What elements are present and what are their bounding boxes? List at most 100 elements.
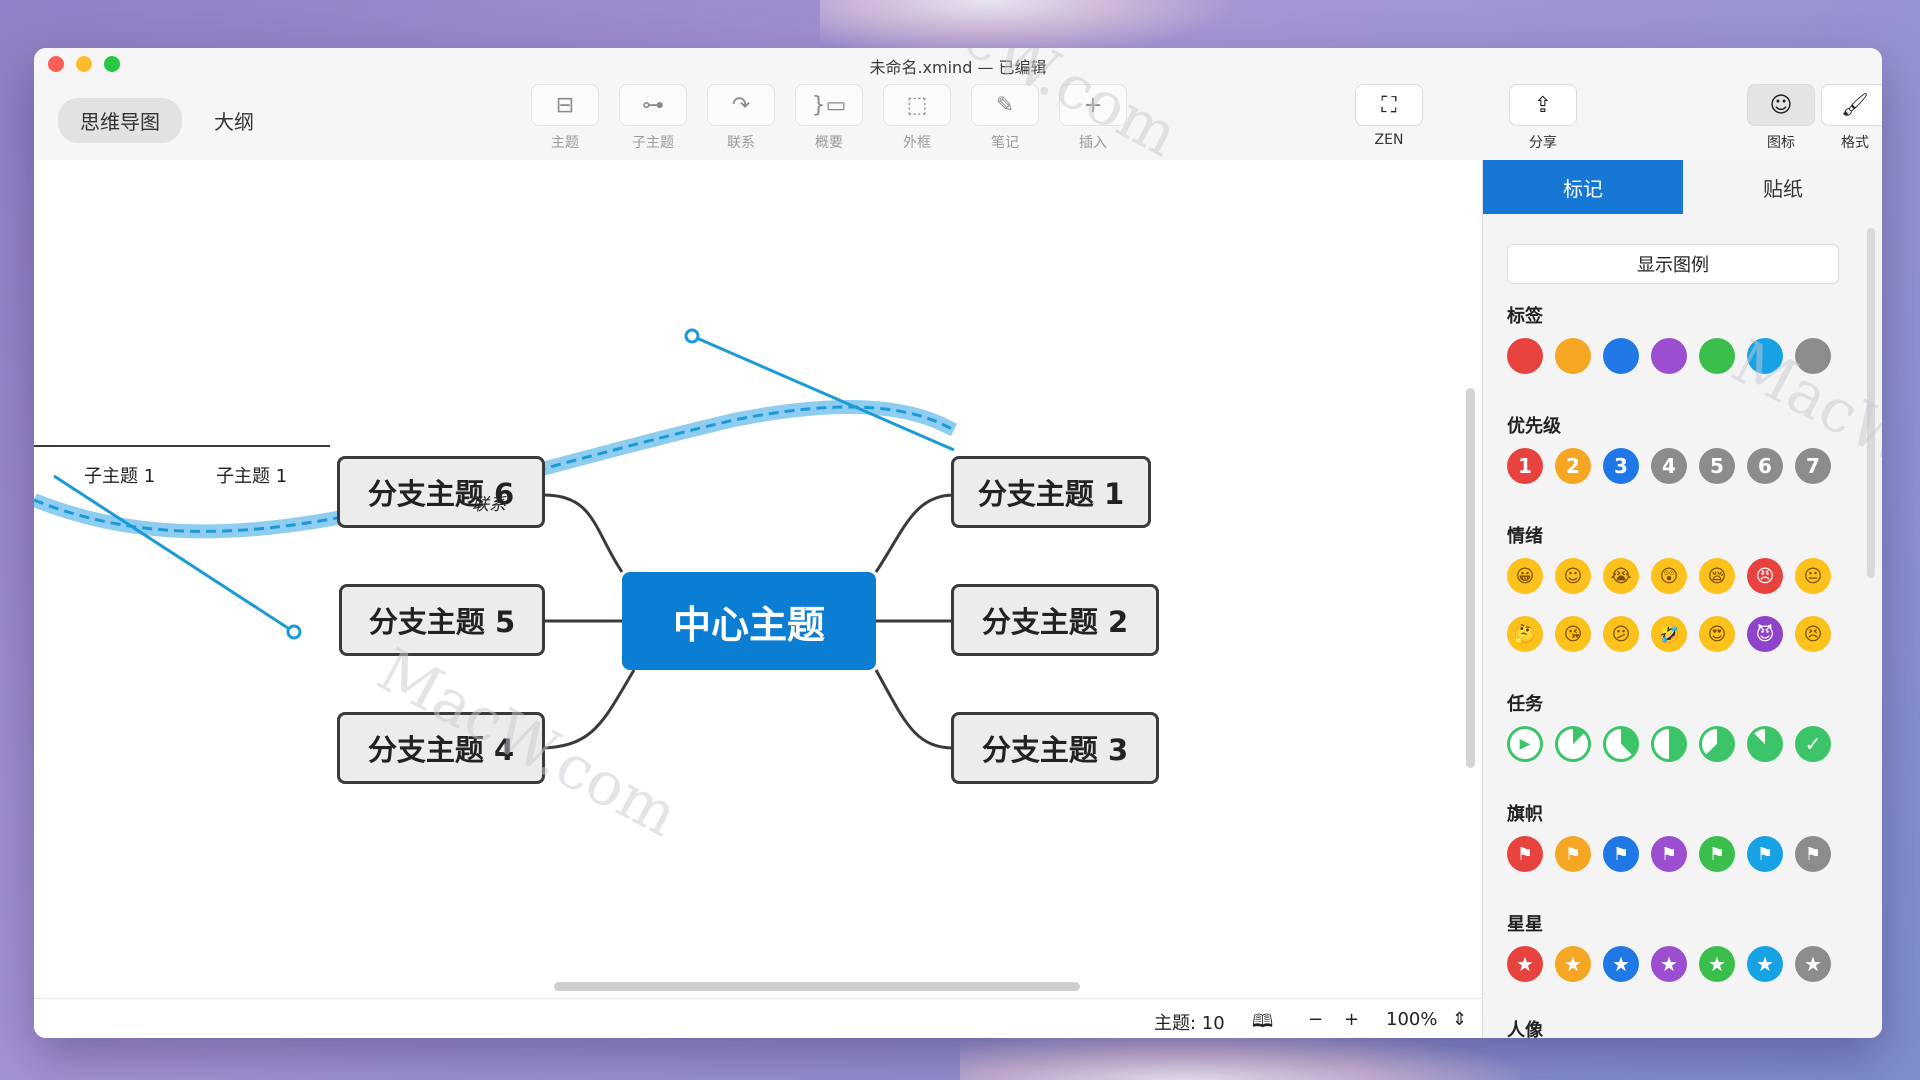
format-panel-label: 格式	[1841, 135, 1869, 151]
flag-1-icon[interactable]: ⚑	[1507, 836, 1543, 872]
relationship-handle-line-1	[691, 334, 955, 452]
boundary-tool[interactable]: ⬚ 外框	[882, 84, 952, 152]
priority-marker-1[interactable]: 1	[1507, 448, 1543, 484]
subtopic-label-a[interactable]: 子主题 1	[84, 462, 155, 488]
zoom-in-button[interactable]: +	[1344, 1009, 1359, 1030]
flag-4-icon[interactable]: ⚑	[1651, 836, 1687, 872]
boundary-label: 外框	[903, 135, 931, 151]
relationship-handle-2	[286, 624, 302, 640]
horizontal-scrollbar[interactable]	[554, 982, 1080, 991]
tag-marker-5[interactable]	[1699, 338, 1735, 374]
branch-topic-6[interactable]: 分支主题 6	[337, 456, 545, 528]
priority-marker-5[interactable]: 5	[1699, 448, 1735, 484]
mood-kissing-icon[interactable]: 😘	[1555, 616, 1591, 652]
flag-2-icon[interactable]: ⚑	[1555, 836, 1591, 872]
smiley-icon: ☺	[1747, 84, 1815, 126]
flag-3-icon[interactable]: ⚑	[1603, 836, 1639, 872]
topic-label: 主题	[551, 135, 579, 151]
mood-sleepy-icon[interactable]: 😪	[1699, 558, 1735, 594]
central-topic[interactable]: 中心主题	[622, 572, 876, 670]
subtopic-label: 子主题	[632, 135, 674, 151]
task-progress-1-icon[interactable]	[1555, 726, 1591, 762]
summary-tool[interactable]: }▭ 概要	[794, 84, 864, 152]
flag-6-icon[interactable]: ⚑	[1747, 836, 1783, 872]
map-view-icon[interactable]: 🕮	[1252, 1009, 1273, 1038]
star-6-icon[interactable]: ★	[1747, 946, 1783, 982]
vertical-scrollbar[interactable]	[1466, 388, 1475, 768]
icon-panel-label: 图标	[1767, 135, 1795, 151]
show-legend-button[interactable]: 显示图例	[1507, 244, 1839, 284]
task-progress-2-icon[interactable]	[1603, 726, 1639, 762]
mindmap-canvas[interactable]: 子主题 1 子主题 1 分支主题 6 联系 分支主题 5 分支主题 4 中心主题…	[34, 160, 1482, 991]
star-5-icon[interactable]: ★	[1699, 946, 1735, 982]
mood-confused-icon[interactable]: 😕	[1603, 616, 1639, 652]
connector-branch-1	[874, 493, 955, 573]
branch-topic-3[interactable]: 分支主题 3	[951, 712, 1159, 784]
section-mood: 情绪	[1507, 526, 1543, 547]
section-task: 任务	[1507, 694, 1543, 715]
tab-markers[interactable]: 标记	[1483, 160, 1683, 214]
topic-count: 主题: 10	[1154, 1013, 1225, 1034]
share-tool[interactable]: ⇪ 分享	[1508, 84, 1578, 152]
star-2-icon[interactable]: ★	[1555, 946, 1591, 982]
zoom-stepper-icon[interactable]: ⇕	[1452, 1009, 1467, 1030]
status-bar: 主题: 10 🕮 − + 100% ⇕	[34, 998, 1482, 1038]
mood-thinking-icon[interactable]: 🤔	[1507, 616, 1543, 652]
zoom-level[interactable]: 100%	[1386, 1009, 1437, 1030]
task-progress-0-icon[interactable]: ▶	[1507, 726, 1543, 762]
tag-marker-1[interactable]	[1507, 338, 1543, 374]
tab-stickers[interactable]: 贴纸	[1683, 160, 1882, 214]
mood-grinning-icon[interactable]: 😀	[1507, 558, 1543, 594]
branch-topic-2[interactable]: 分支主题 2	[951, 584, 1159, 656]
section-stars: 星星	[1507, 914, 1543, 935]
tab-outline[interactable]: 大纲	[192, 98, 276, 143]
mood-heart-eyes-icon[interactable]: 😍	[1699, 616, 1735, 652]
share-icon: ⇪	[1509, 84, 1577, 126]
relationship-tool[interactable]: ↷ 联系	[706, 84, 776, 152]
flag-7-icon[interactable]: ⚑	[1795, 836, 1831, 872]
relationship-handle-line-2	[53, 474, 295, 634]
mood-smile-icon[interactable]: ☺	[1555, 558, 1591, 594]
tag-marker-2[interactable]	[1555, 338, 1591, 374]
priority-marker-3[interactable]: 3	[1603, 448, 1639, 484]
branch-topic-1[interactable]: 分支主题 1	[951, 456, 1151, 528]
subtopic-label-b[interactable]: 子主题 1	[216, 462, 287, 488]
mood-persevere-icon[interactable]: 😣	[1795, 616, 1831, 652]
topic-tool[interactable]: ⊟ 主题	[530, 84, 600, 152]
format-panel-tool[interactable]: 🖌 格式	[1820, 84, 1882, 152]
zen-tool[interactable]: ⛶ ZEN	[1354, 84, 1424, 148]
mood-astonished-icon[interactable]: 😲	[1651, 558, 1687, 594]
mood-angry-icon[interactable]: 😠	[1747, 558, 1783, 594]
icon-panel-tool[interactable]: ☺ 图标	[1746, 84, 1816, 152]
zoom-out-button[interactable]: −	[1308, 1009, 1323, 1030]
flag-markers-row: ⚑ ⚑ ⚑ ⚑ ⚑ ⚑ ⚑	[1507, 836, 1831, 872]
priority-marker-6[interactable]: 6	[1747, 448, 1783, 484]
mood-crying-icon[interactable]: 😭	[1603, 558, 1639, 594]
task-progress-4-icon[interactable]	[1699, 726, 1735, 762]
priority-marker-2[interactable]: 2	[1555, 448, 1591, 484]
flag-5-icon[interactable]: ⚑	[1699, 836, 1735, 872]
mood-devil-icon[interactable]: 😈	[1747, 616, 1783, 652]
task-progress-6-icon[interactable]: ✓	[1795, 726, 1831, 762]
star-markers-row: ★ ★ ★ ★ ★ ★ ★	[1507, 946, 1831, 982]
subtopic-tool[interactable]: ⊶ 子主题	[618, 84, 688, 152]
task-progress-3-icon[interactable]	[1651, 726, 1687, 762]
view-switcher: 思维导图 大纲	[58, 98, 276, 143]
priority-marker-7[interactable]: 7	[1795, 448, 1831, 484]
relationship-text[interactable]: 联系	[472, 490, 506, 515]
mood-neutral-icon[interactable]: 😐	[1795, 558, 1831, 594]
tab-mindmap[interactable]: 思维导图	[58, 98, 182, 143]
star-1-icon[interactable]: ★	[1507, 946, 1543, 982]
star-4-icon[interactable]: ★	[1651, 946, 1687, 982]
mood-markers-row-1: 😀 ☺ 😭 😲 😪 😠 😐	[1507, 558, 1831, 594]
star-7-icon[interactable]: ★	[1795, 946, 1831, 982]
task-progress-5-icon[interactable]	[1747, 726, 1783, 762]
priority-marker-4[interactable]: 4	[1651, 448, 1687, 484]
star-3-icon[interactable]: ★	[1603, 946, 1639, 982]
mood-rofl-icon[interactable]: 🤣	[1651, 616, 1687, 652]
section-flags: 旗帜	[1507, 804, 1543, 825]
connector-branch-3	[874, 669, 955, 750]
branch-topic-5[interactable]: 分支主题 5	[339, 584, 545, 656]
tag-marker-3[interactable]	[1603, 338, 1639, 374]
tag-marker-4[interactable]	[1651, 338, 1687, 374]
